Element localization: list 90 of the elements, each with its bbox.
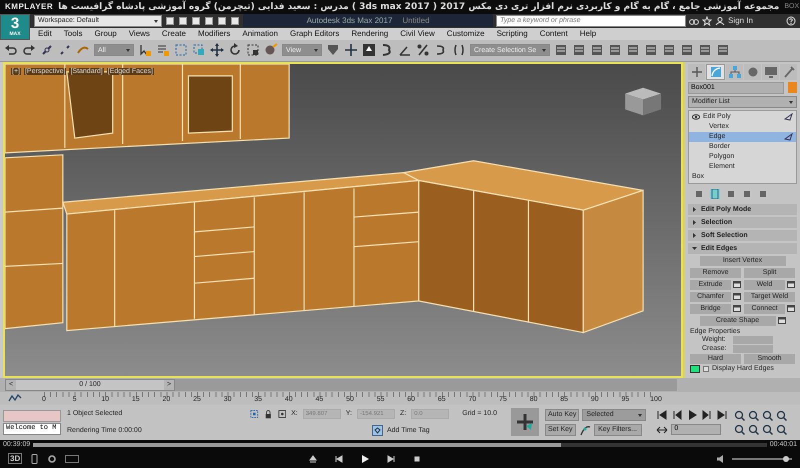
object-color-swatch[interactable] [788, 82, 797, 93]
file-name: Untitled [402, 16, 430, 26]
rotate-icon[interactable] [228, 43, 242, 58]
menu-item[interactable]: Customize [446, 29, 485, 38]
speaker-icon[interactable] [716, 454, 726, 464]
menu-item[interactable]: Group [94, 29, 117, 38]
scale-icon[interactable] [246, 43, 260, 58]
absolute-mode-icon[interactable] [278, 408, 286, 419]
eye-icon[interactable] [692, 112, 700, 120]
help-icon[interactable] [786, 16, 796, 26]
3d-mode-button[interactable]: 3D [8, 453, 22, 464]
panel-tab[interactable] [688, 64, 705, 80]
subobject-icon [784, 132, 793, 140]
key-tangent-icon[interactable] [578, 424, 591, 436]
go-to-start-icon[interactable] [656, 408, 668, 421]
menu-item[interactable]: Tools [64, 29, 82, 38]
time-tag-icon[interactable] [372, 424, 383, 436]
select-by-name-icon[interactable] [156, 43, 170, 58]
menu-item[interactable]: Help [580, 29, 596, 38]
lock-icon[interactable] [264, 408, 273, 419]
hierarchy-icon [728, 64, 742, 78]
panel-tab[interactable] [780, 64, 797, 80]
menu-item[interactable]: Animation [242, 29, 278, 38]
edge-color-swatch[interactable] [690, 364, 700, 372]
utilities-icon [782, 64, 796, 78]
stop-icon[interactable] [412, 454, 422, 464]
create-icon [690, 64, 704, 78]
next-frame-icon[interactable] [701, 408, 714, 421]
subobject-icon [784, 112, 793, 120]
percent-snap-icon[interactable] [416, 43, 430, 58]
rectangle-selection-icon[interactable] [174, 43, 188, 58]
menu-item[interactable]: Views [128, 29, 150, 38]
checkbox[interactable] [703, 366, 709, 372]
sign-in-link[interactable]: Sign In [728, 16, 753, 26]
expand-arrow-icon [692, 220, 697, 224]
spinner-field[interactable] [733, 336, 773, 344]
link-icon[interactable] [40, 43, 54, 58]
menu-item[interactable]: Scripting [496, 29, 528, 38]
move-icon[interactable] [210, 43, 224, 58]
spinner-field[interactable] [733, 344, 773, 352]
zoom-icon[interactable] [734, 410, 746, 421]
volume-thumb[interactable] [783, 456, 789, 462]
menu-item[interactable]: Rendering [351, 29, 388, 38]
show-end-result-icon[interactable] [710, 188, 720, 198]
display-icon [764, 64, 778, 78]
subtitle-icon[interactable] [65, 454, 80, 462]
viewcube-icon[interactable] [625, 87, 662, 115]
settings-icon[interactable] [787, 281, 795, 288]
script-listener-field[interactable] [3, 410, 61, 422]
settings-icon[interactable] [787, 305, 795, 312]
seek-bar[interactable] [33, 442, 767, 446]
window-crossing-icon[interactable] [192, 43, 206, 58]
phone-icon[interactable] [30, 454, 40, 464]
expand-arrow-icon [692, 246, 697, 250]
eject-icon[interactable] [308, 454, 318, 464]
unlink-icon[interactable] [58, 43, 72, 58]
panel-tab[interactable] [706, 64, 725, 80]
app-title: Autodesk 3ds Max 2017 [306, 16, 392, 26]
modify-icon [708, 64, 722, 78]
menu-item[interactable]: Edit [38, 29, 52, 38]
previous-frame-icon[interactable] [671, 408, 684, 421]
select-icon[interactable] [138, 43, 152, 58]
settings-icon[interactable] [47, 454, 58, 464]
motion-icon [746, 64, 760, 78]
key-mode-toggle-icon[interactable] [656, 424, 668, 436]
player-logo: KMPLAYER [5, 2, 54, 12]
previous-icon[interactable] [334, 454, 344, 464]
play-icon[interactable] [686, 408, 698, 421]
menu-item[interactable]: Modifiers [198, 29, 230, 38]
menu-item[interactable]: Create [162, 29, 186, 38]
menu-item[interactable]: Graph Editors [290, 29, 340, 38]
isolate-icon[interactable] [250, 408, 259, 419]
user-icon[interactable] [715, 16, 726, 26]
go-to-end-icon[interactable] [716, 408, 728, 421]
panel-tab[interactable] [726, 64, 743, 80]
panel-tab[interactable] [762, 64, 779, 80]
star-icon[interactable] [702, 16, 712, 26]
menu-item[interactable]: Civil View [400, 29, 435, 38]
expand-arrow-icon [692, 206, 697, 212]
settings-icon[interactable] [733, 305, 741, 312]
video-title: مجموعه آموزشی جامع ، گام به گام و کاربردی نرم افزار تری دی مکس 2017 ( 3ds max 2017 ) مدرس : سعید فدایی (تیچرمن) گروه آموزشی پادشاه گرافیست ها [58, 2, 780, 12]
play-icon[interactable] [360, 454, 370, 464]
settings-icon[interactable] [733, 281, 741, 288]
settings-icon[interactable] [733, 293, 741, 300]
set-key-mode-icon[interactable] [511, 408, 539, 436]
menu-item[interactable]: Content [540, 29, 568, 38]
settings-icon[interactable] [778, 317, 786, 324]
panel-tab[interactable] [744, 64, 761, 80]
expand-arrow-icon [692, 232, 697, 238]
next-icon[interactable] [386, 454, 396, 464]
